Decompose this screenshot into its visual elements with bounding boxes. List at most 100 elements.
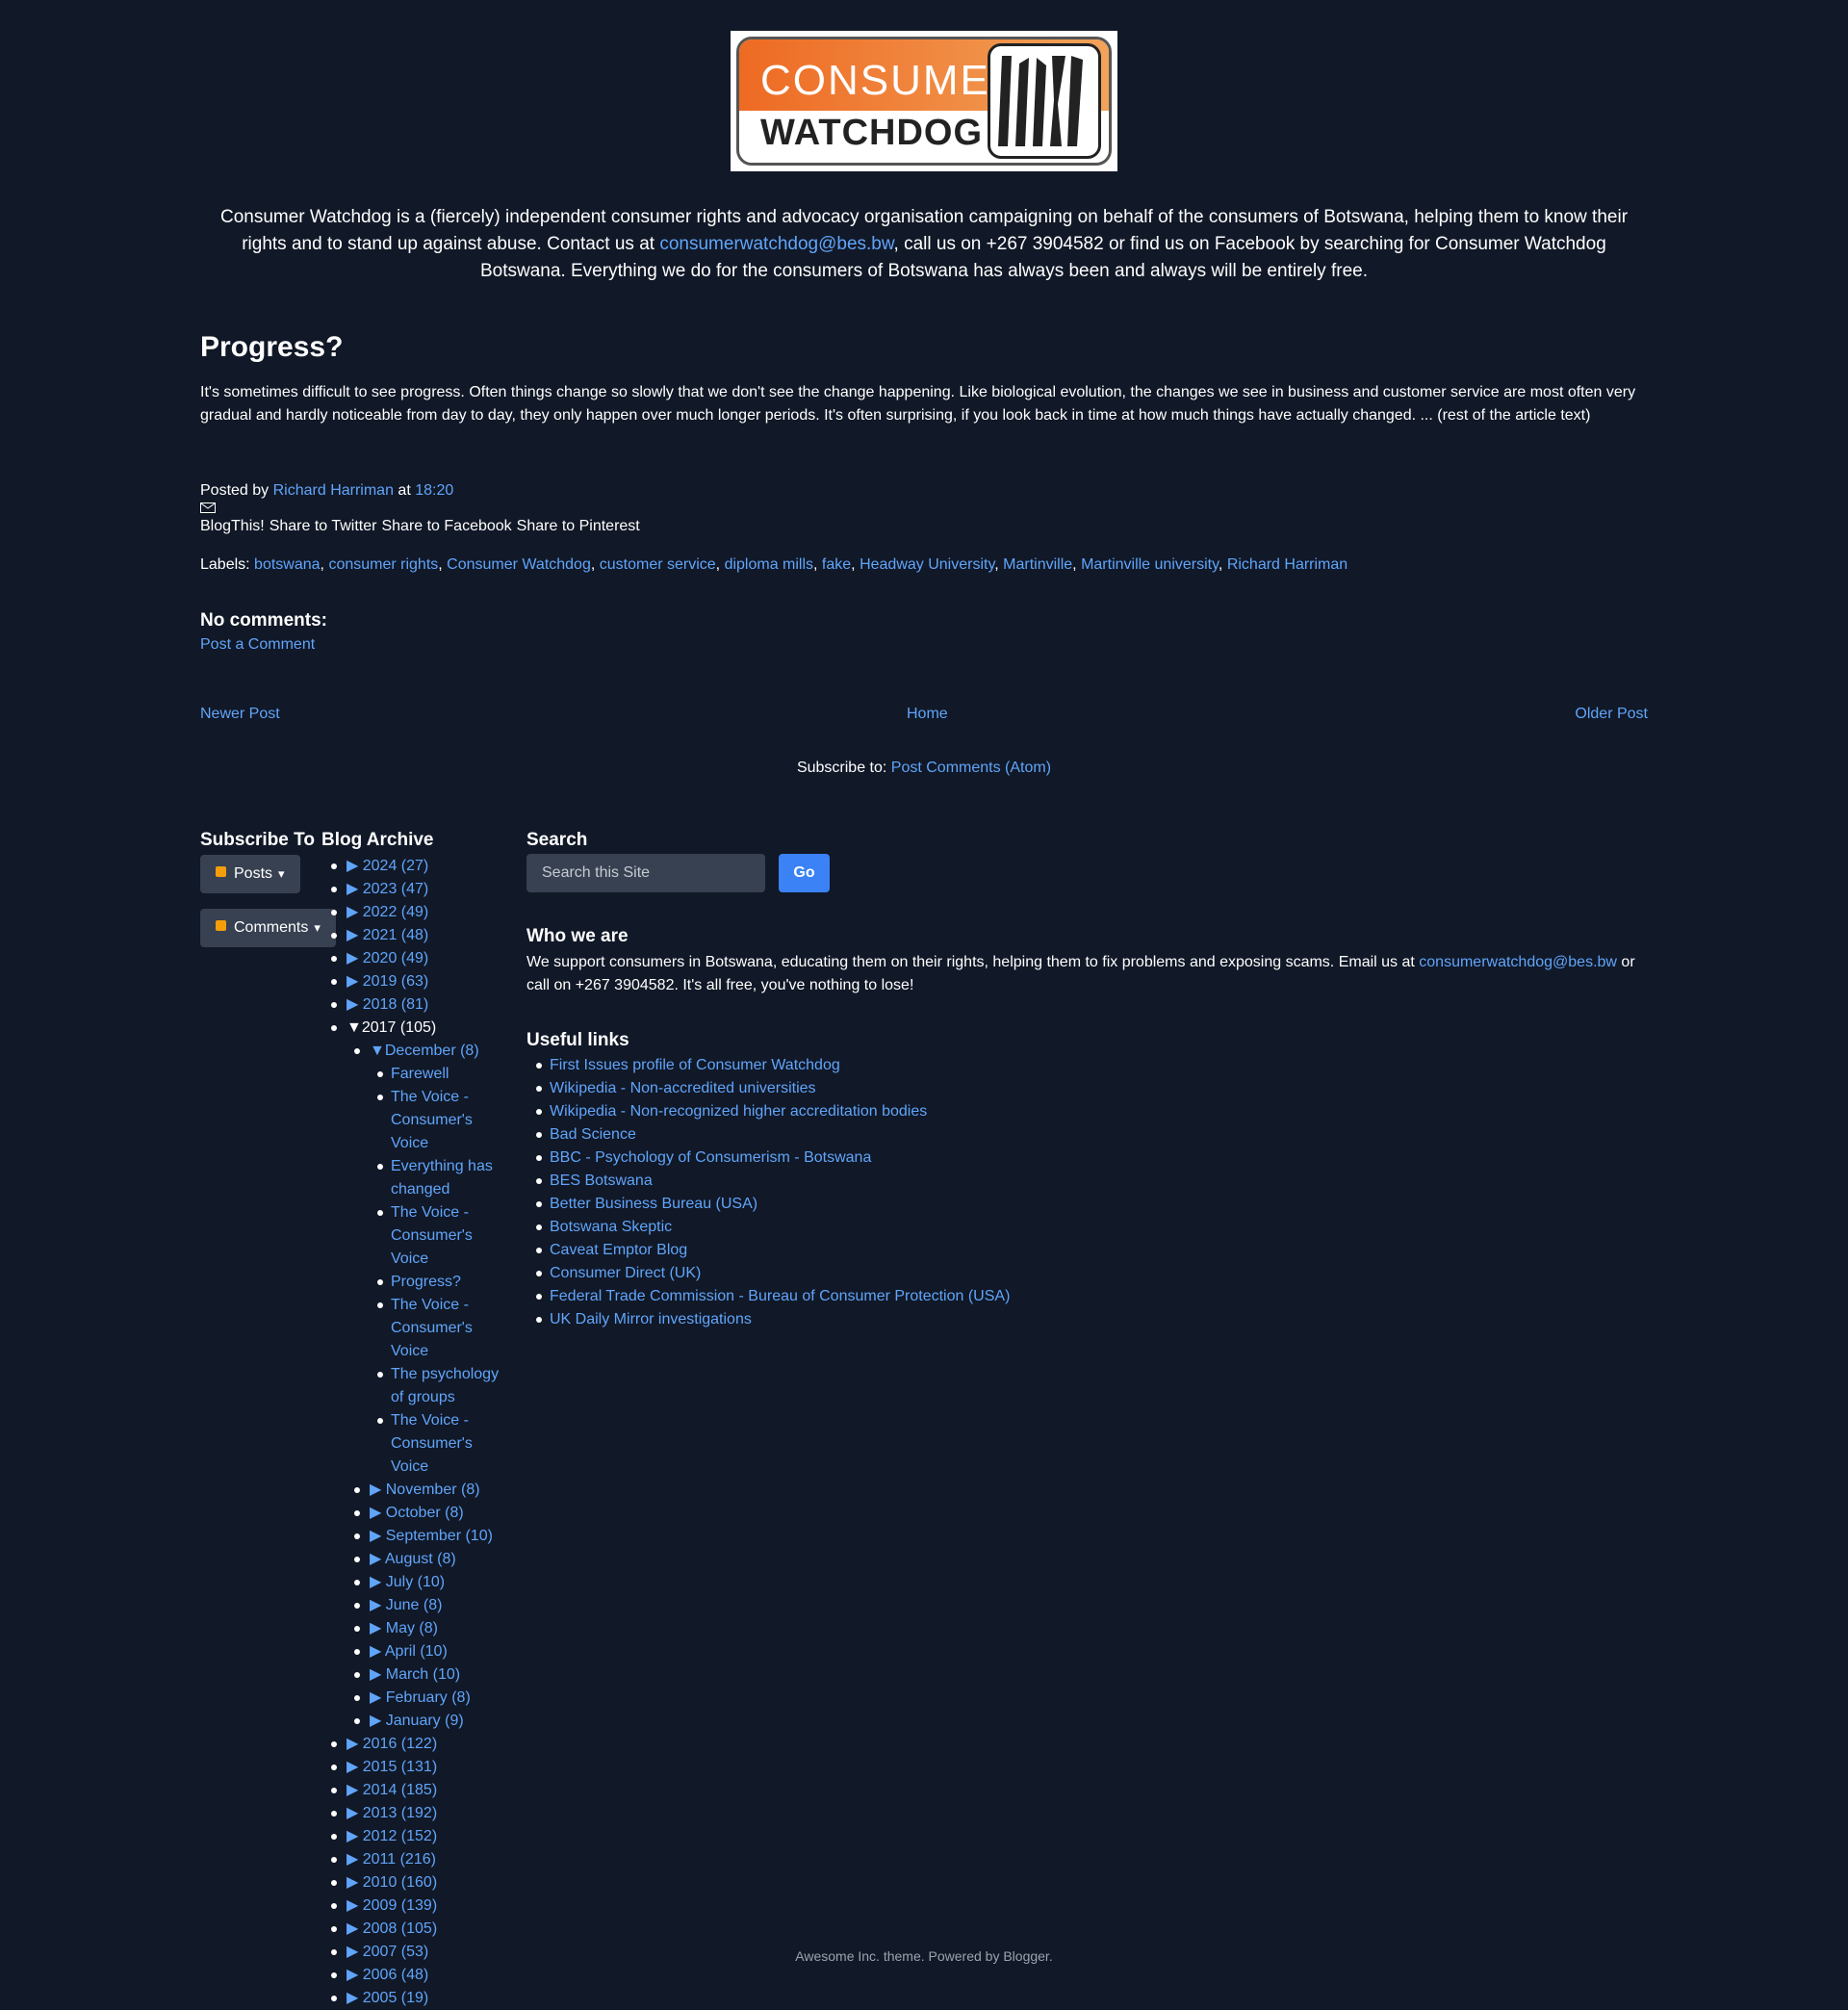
archive-post-link[interactable]: The psychology of groups xyxy=(391,1366,499,1405)
archive-year[interactable]: ▶ 2009 (139) xyxy=(314,1894,514,1918)
archive-post[interactable]: The Voice - Consumer's Voice xyxy=(314,1294,514,1363)
archive-year-link[interactable]: 2008 (105) xyxy=(363,1920,437,1937)
post-comment-link[interactable]: Post a Comment xyxy=(200,636,315,654)
archive-year-link[interactable]: 2021 (48) xyxy=(363,927,429,943)
useful-link[interactable]: Botswana Skeptic xyxy=(550,1219,672,1235)
archive-year-link[interactable]: 2012 (152) xyxy=(363,1828,437,1844)
share-facebook-button[interactable]: Share to Facebook xyxy=(381,518,511,534)
archive-year[interactable]: ▶ 2005 (19) xyxy=(314,1987,514,2010)
useful-link[interactable]: Bad Science xyxy=(550,1126,636,1143)
archive-post[interactable]: The Voice - Consumer's Voice xyxy=(314,1201,514,1271)
expand-arrow-icon[interactable]: ▶ xyxy=(370,1574,386,1590)
archive-month[interactable]: ▶ February (8) xyxy=(314,1687,514,1710)
blogthis-button[interactable]: BlogThis! xyxy=(200,518,265,534)
archive-post-link[interactable]: Everything has changed xyxy=(391,1158,493,1198)
label-link[interactable]: Headway University xyxy=(860,556,994,573)
archive-month-link[interactable]: September (10) xyxy=(386,1528,493,1544)
archive-month[interactable]: ▶ October (8) xyxy=(314,1502,514,1525)
label-link[interactable]: Martinville university xyxy=(1081,556,1219,573)
archive-month[interactable]: ▶ May (8) xyxy=(314,1617,514,1640)
label-link[interactable]: diploma mills xyxy=(725,556,813,573)
archive-year-link[interactable]: 2009 (139) xyxy=(363,1897,437,1914)
useful-link[interactable]: UK Daily Mirror investigations xyxy=(550,1311,752,1327)
expand-arrow-icon[interactable]: ▶ xyxy=(370,1482,386,1498)
archive-post[interactable]: The Voice - Consumer's Voice xyxy=(314,1086,514,1155)
home-link[interactable]: Home xyxy=(907,706,948,723)
expand-arrow-icon[interactable]: ▶ xyxy=(370,1505,386,1521)
blogger-link[interactable]: Blogger xyxy=(1003,1948,1048,1964)
archive-post-link[interactable]: Progress? xyxy=(391,1274,461,1290)
expand-arrow-icon[interactable]: ▶ xyxy=(346,1897,363,1914)
expand-arrow-icon[interactable]: ▶ xyxy=(346,1967,363,1983)
expand-arrow-icon[interactable]: ▶ xyxy=(370,1713,386,1729)
archive-month-expanded[interactable]: ▼December (8) xyxy=(314,1040,514,1063)
archive-post-link[interactable]: Farewell xyxy=(391,1066,449,1082)
archive-year[interactable]: ▶ 2013 (192) xyxy=(314,1802,514,1825)
who-email-link[interactable]: consumerwatchdog@bes.bw xyxy=(1419,954,1617,970)
archive-month[interactable]: ▶ March (10) xyxy=(314,1663,514,1687)
older-post-link[interactable]: Older Post xyxy=(1575,706,1648,723)
archive-year-link[interactable]: 2013 (192) xyxy=(363,1805,437,1821)
archive-year[interactable]: ▶ 2023 (47) xyxy=(314,878,514,901)
useful-link[interactable]: Wikipedia - Non-recognized higher accred… xyxy=(550,1103,927,1120)
archive-post[interactable]: Everything has changed xyxy=(314,1155,514,1201)
expand-arrow-icon[interactable]: ▶ xyxy=(346,927,363,943)
archive-month-link[interactable]: June (8) xyxy=(386,1597,443,1613)
site-logo[interactable]: CONSUMER WATCHDOG xyxy=(731,31,1117,171)
archive-year-link[interactable]: 2018 (81) xyxy=(363,996,429,1013)
archive-year-link[interactable]: 2005 (19) xyxy=(363,1990,429,2006)
expand-arrow-icon[interactable]: ▶ xyxy=(346,881,363,897)
expand-arrow-icon[interactable]: ▶ xyxy=(346,1851,363,1868)
archive-year[interactable]: ▶ 2021 (48) xyxy=(314,924,514,947)
label-link[interactable]: Consumer Watchdog xyxy=(447,556,591,573)
archive-month-link[interactable]: April (10) xyxy=(385,1643,448,1660)
archive-year[interactable]: ▶ 2016 (122) xyxy=(314,1733,514,1756)
expand-arrow-icon[interactable]: ▶ xyxy=(370,1597,386,1613)
share-twitter-button[interactable]: Share to Twitter xyxy=(270,518,377,534)
archive-month[interactable]: ▶ August (8) xyxy=(314,1548,514,1571)
archive-year[interactable]: ▶ 2014 (185) xyxy=(314,1779,514,1802)
archive-month-link[interactable]: January (9) xyxy=(386,1713,464,1729)
label-link[interactable]: Martinville xyxy=(1003,556,1072,573)
archive-year-link[interactable]: 2014 (185) xyxy=(363,1782,437,1798)
archive-month[interactable]: ▶ June (8) xyxy=(314,1594,514,1617)
archive-post[interactable]: The psychology of groups xyxy=(314,1363,514,1409)
expand-arrow-icon[interactable]: ▶ xyxy=(346,1736,363,1752)
archive-year[interactable]: ▶ 2011 (216) xyxy=(314,1848,514,1871)
archive-year[interactable]: ▶ 2024 (27) xyxy=(314,855,514,878)
archive-year-link[interactable]: 2022 (49) xyxy=(363,904,429,920)
archive-post[interactable]: The Voice - Consumer's Voice xyxy=(314,1409,514,1479)
archive-year[interactable]: ▶ 2022 (49) xyxy=(314,901,514,924)
author-link[interactable]: Richard Harriman xyxy=(273,482,394,499)
archive-post-link[interactable]: The Voice - Consumer's Voice xyxy=(391,1204,473,1267)
post-comments-atom-link[interactable]: Post Comments (Atom) xyxy=(891,760,1051,776)
expand-arrow-icon[interactable]: ▶ xyxy=(370,1689,386,1706)
expand-arrow-icon[interactable]: ▶ xyxy=(370,1643,385,1660)
label-link[interactable]: botswana xyxy=(254,556,321,573)
archive-year-link[interactable]: 2024 (27) xyxy=(363,858,429,874)
expand-arrow-icon[interactable]: ▶ xyxy=(346,1828,363,1844)
label-link[interactable]: customer service xyxy=(600,556,716,573)
archive-year-link[interactable]: 2023 (47) xyxy=(363,881,429,897)
collapse-arrow-icon[interactable]: ▼ xyxy=(346,1019,362,1036)
archive-year-link[interactable]: 2015 (131) xyxy=(363,1759,437,1775)
expand-arrow-icon[interactable]: ▶ xyxy=(346,973,363,990)
archive-month[interactable]: ▶ November (8) xyxy=(314,1479,514,1502)
archive-year-link[interactable]: 2020 (49) xyxy=(363,950,429,966)
intro-email-link[interactable]: consumerwatchdog@bes.bw xyxy=(659,234,893,254)
expand-arrow-icon[interactable]: ▶ xyxy=(346,950,363,966)
archive-month-link[interactable]: December (8) xyxy=(385,1043,479,1059)
archive-month-link[interactable]: October (8) xyxy=(386,1505,464,1521)
archive-month-link[interactable]: November (8) xyxy=(386,1482,480,1498)
archive-month-link[interactable]: February (8) xyxy=(386,1689,471,1706)
useful-link[interactable]: Wikipedia - Non-accredited universities xyxy=(550,1080,816,1096)
archive-post[interactable]: Farewell xyxy=(314,1063,514,1086)
archive-month-link[interactable]: August (8) xyxy=(385,1551,456,1567)
expand-arrow-icon[interactable]: ▶ xyxy=(346,1920,363,1937)
share-pinterest-button[interactable]: Share to Pinterest xyxy=(517,518,640,534)
archive-year[interactable]: ▶ 2018 (81) xyxy=(314,993,514,1017)
archive-post-link[interactable]: The Voice - Consumer's Voice xyxy=(391,1297,473,1359)
expand-arrow-icon[interactable]: ▶ xyxy=(370,1551,385,1567)
label-link[interactable]: fake xyxy=(822,556,851,573)
useful-link[interactable]: Federal Trade Commission - Bureau of Con… xyxy=(550,1288,1010,1304)
